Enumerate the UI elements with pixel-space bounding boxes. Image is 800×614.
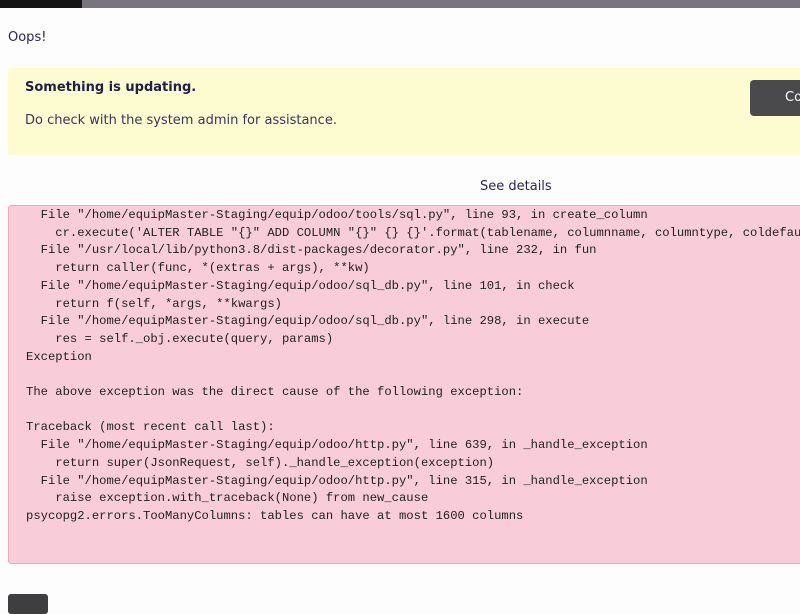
warning-alert: Something is updating. Do check with the… [8,68,800,155]
alert-heading: Something is updating. [25,80,196,95]
copy-button[interactable]: Co [750,80,800,116]
top-bar-dark-segment [0,0,82,8]
traceback-text: File "/home/equipMaster-Staging/equip/od… [26,207,800,526]
traceback-panel: File "/home/equipMaster-Staging/equip/od… [8,205,800,564]
alert-message: Do check with the system admin for assis… [25,113,337,128]
browser-top-bar [0,0,800,8]
ok-button[interactable] [8,594,48,614]
dialog-title: Oops! [8,30,46,45]
see-details-link[interactable]: See details [480,179,552,194]
